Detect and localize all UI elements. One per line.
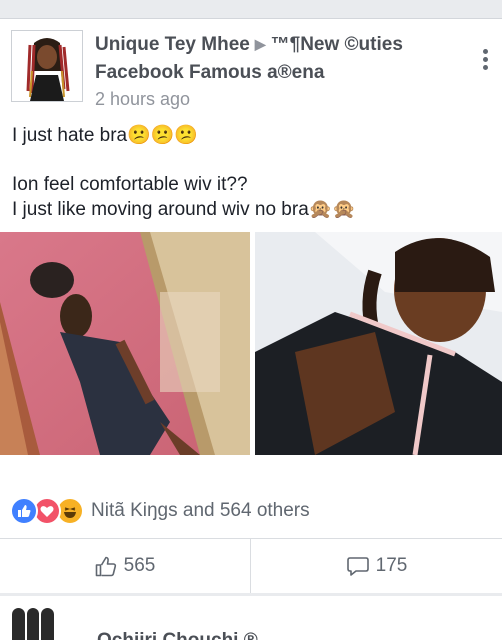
avatar-image [12, 31, 82, 101]
next-post-card: Ochiiri Chouchi ®... [0, 596, 502, 640]
author-name[interactable]: Unique Tey Mhee [95, 34, 250, 55]
post-card: Unique Tey Mhee ▶ ™¶New ©uties Facebook Fa… [0, 19, 502, 593]
post-timestamp[interactable]: 2 hours ago [95, 89, 190, 110]
comment-count: 175 [375, 555, 408, 576]
post-photo-2[interactable] [255, 232, 502, 455]
group-name-part1[interactable]: ™¶New ©uties [271, 34, 403, 55]
more-options-icon[interactable] [482, 49, 488, 73]
group-name-part2[interactable]: Facebook Famous a®ena [95, 62, 324, 84]
post-text-line-2: Ion feel comfortable wiv it?? [12, 174, 248, 195]
like-count: 565 [123, 555, 156, 576]
reaction-summary[interactable]: Nitã Kiŋgs and 564 others [10, 497, 310, 525]
author-line: Unique Tey Mhee ▶ ™¶New ©uties [95, 34, 403, 56]
next-post-avatar[interactable] [12, 608, 55, 640]
arrow-right-icon: ▶ [254, 36, 266, 52]
action-separator [250, 539, 251, 593]
post-text-line-1: I just hate bra😕😕😕 [12, 125, 199, 146]
divider-top [0, 538, 502, 539]
previous-post-edge [0, 0, 502, 19]
like-button[interactable]: 565 [0, 541, 250, 591]
speech-bubble-icon [346, 556, 369, 577]
author-avatar[interactable] [11, 30, 83, 102]
comment-button[interactable]: 175 [252, 541, 502, 591]
post-text: I just hate bra😕😕😕 Ion feel comfortable … [12, 123, 492, 222]
next-post-author[interactable]: Ochiiri Chouchi ®... [97, 630, 274, 640]
like-reaction-icon [10, 497, 38, 525]
post-text-line-3: I just like moving around wiv no bra🙊🙊 [12, 199, 357, 220]
thumbs-up-icon [95, 556, 117, 577]
post-photo-1[interactable] [0, 232, 250, 455]
reaction-names[interactable]: Nitã Kiŋgs and 564 others [91, 500, 310, 522]
